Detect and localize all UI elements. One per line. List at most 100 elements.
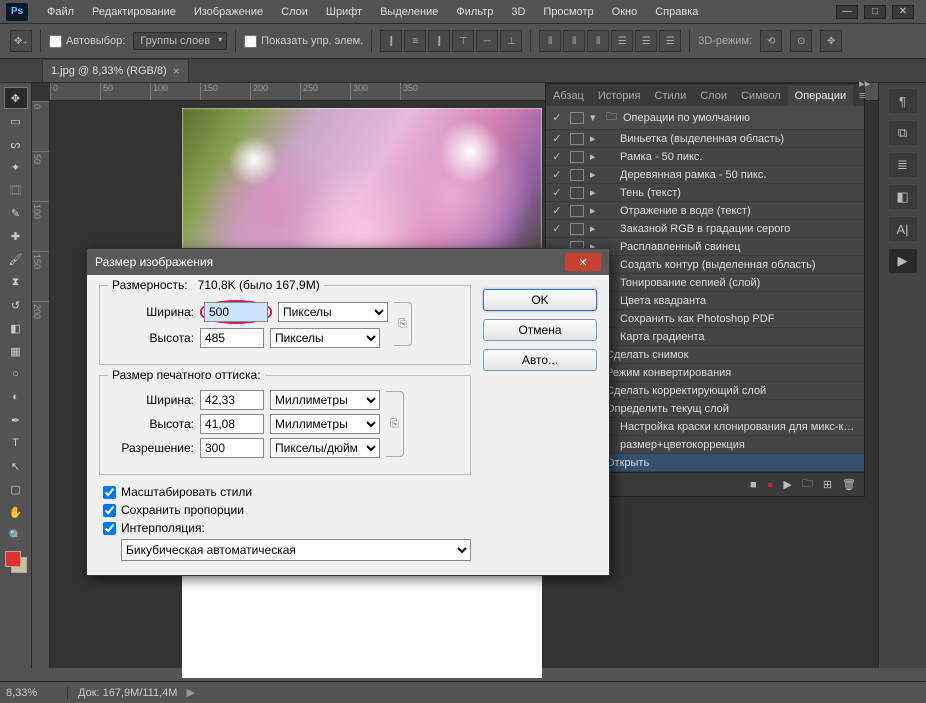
- width-input[interactable]: [204, 302, 268, 322]
- new-action-button[interactable]: ⊞: [823, 478, 832, 491]
- history-brush-tool[interactable]: ↺: [4, 294, 28, 316]
- maximize-button[interactable]: □: [864, 5, 886, 19]
- new-set-button[interactable]: 🗀: [802, 475, 813, 494]
- auto-select-dropdown[interactable]: Группы слоев: [133, 32, 227, 50]
- distribute-icon[interactable]: ⦀: [587, 30, 609, 52]
- height-input[interactable]: [200, 328, 264, 348]
- marquee-tool[interactable]: ▭: [4, 110, 28, 132]
- document-tab[interactable]: 1.jpg @ 8,33% (RGB/8) ×: [42, 59, 189, 82]
- align-icon[interactable]: ─: [476, 30, 498, 52]
- align-icon[interactable]: ⎹⎸: [380, 30, 402, 52]
- distribute-icon[interactable]: ☰: [635, 30, 657, 52]
- action-item[interactable]: ✓▸Рамка - 50 пикс.: [546, 148, 864, 166]
- shape-tool[interactable]: ▢: [4, 478, 28, 500]
- action-item[interactable]: ✓▸Заказной RGB в градации серого: [546, 220, 864, 238]
- styles-panel-icon[interactable]: ◧: [889, 185, 917, 209]
- print-width-input[interactable]: [200, 390, 264, 410]
- constrain-proportions-check[interactable]: Сохранить пропорции: [103, 503, 471, 517]
- interpolation-select[interactable]: Бикубическая автоматическая: [121, 539, 471, 561]
- delete-button[interactable]: 🗑: [842, 478, 856, 491]
- blur-tool[interactable]: ○: [4, 363, 28, 385]
- constrain-link-icon[interactable]: ⎘: [386, 391, 404, 457]
- panel-tab-Символ[interactable]: Символ: [734, 86, 788, 106]
- zoom-level[interactable]: 8,33%: [0, 687, 68, 699]
- pen-tool[interactable]: ✒: [4, 409, 28, 431]
- menu-окно[interactable]: Окно: [603, 3, 647, 21]
- auto-button[interactable]: Авто...: [483, 349, 597, 371]
- auto-select-check[interactable]: Автовыбор:: [49, 35, 125, 48]
- menu-редактирование[interactable]: Редактирование: [83, 3, 185, 21]
- height-unit-select[interactable]: Пикселы: [270, 328, 380, 348]
- heal-tool[interactable]: ✚: [4, 225, 28, 247]
- constrain-link-icon[interactable]: ⎘: [394, 302, 412, 346]
- lasso-tool[interactable]: ᔕ: [4, 133, 28, 155]
- action-item[interactable]: ✓▸Деревянная рамка - 50 пикс.: [546, 166, 864, 184]
- resolution-unit-select[interactable]: Пикселы/дюйм: [270, 438, 380, 458]
- zoom-tool[interactable]: 🔍: [4, 524, 28, 546]
- foreground-color[interactable]: [5, 551, 21, 567]
- panel-tab-Операции[interactable]: Операции: [788, 86, 853, 106]
- history-panel-icon[interactable]: ⧉: [889, 121, 917, 145]
- path-tool[interactable]: ↖: [4, 455, 28, 477]
- gradient-tool[interactable]: ▦: [4, 340, 28, 362]
- print-height-unit-select[interactable]: Миллиметры: [270, 414, 380, 434]
- menu-шрифт[interactable]: Шрифт: [317, 3, 371, 21]
- action-item[interactable]: ✓▸Тень (текст): [546, 184, 864, 202]
- doc-info[interactable]: Док: 167,9M/111,4M ▶: [68, 686, 195, 699]
- type-tool[interactable]: T: [4, 432, 28, 454]
- distribute-icon[interactable]: ☰: [611, 30, 633, 52]
- paragraph-panel-icon[interactable]: ¶: [889, 89, 917, 113]
- close-icon[interactable]: ×: [173, 64, 180, 78]
- hand-tool[interactable]: ✋: [4, 501, 28, 523]
- panel-tab-История[interactable]: История: [591, 86, 648, 106]
- character-panel-icon[interactable]: A|: [889, 217, 917, 241]
- menu-справка[interactable]: Справка: [646, 3, 707, 21]
- eraser-tool[interactable]: ◧: [4, 317, 28, 339]
- panel-menu-icon[interactable]: ▸▸ ≡: [853, 73, 876, 106]
- 3d-pan-icon[interactable]: ✥: [820, 30, 842, 52]
- record-button[interactable]: ●: [767, 479, 774, 491]
- eyedropper-tool[interactable]: ✎: [4, 202, 28, 224]
- menu-файл[interactable]: Файл: [38, 3, 83, 21]
- play-panel-icon[interactable]: ▶: [889, 249, 917, 273]
- dodge-tool[interactable]: ◐: [4, 386, 28, 408]
- menu-изображение[interactable]: Изображение: [185, 3, 272, 21]
- close-button[interactable]: ✕: [892, 5, 914, 19]
- minimize-button[interactable]: —: [836, 5, 858, 19]
- layers-panel-icon[interactable]: ≣: [889, 153, 917, 177]
- menu-просмотр[interactable]: Просмотр: [534, 3, 602, 21]
- interpolation-check[interactable]: Интерполяция:: [103, 521, 471, 535]
- action-set[interactable]: ✓▾🗀Операции по умолчанию: [546, 106, 864, 130]
- panel-tab-Слои[interactable]: Слои: [693, 86, 734, 106]
- distribute-icon[interactable]: ☰: [659, 30, 681, 52]
- stamp-tool[interactable]: ⧗: [4, 271, 28, 293]
- wand-tool[interactable]: ✦: [4, 156, 28, 178]
- stop-button[interactable]: ■: [750, 479, 757, 491]
- print-width-unit-select[interactable]: Миллиметры: [270, 390, 380, 410]
- color-swatches[interactable]: [5, 551, 27, 573]
- action-item[interactable]: ✓▸Отражение в воде (текст): [546, 202, 864, 220]
- panel-tab-Абзац[interactable]: Абзац: [546, 86, 591, 106]
- show-controls-check[interactable]: Показать упр. элем.: [244, 35, 363, 48]
- align-icon[interactable]: ≡: [404, 30, 426, 52]
- action-item[interactable]: ✓▸Виньетка (выделенная область): [546, 130, 864, 148]
- align-icon[interactable]: ⎹⎸: [428, 30, 450, 52]
- menu-выделение[interactable]: Выделение: [371, 3, 447, 21]
- menu-слои[interactable]: Слои: [272, 3, 317, 21]
- cancel-button[interactable]: Отмена: [483, 319, 597, 341]
- play-button[interactable]: ▶: [783, 478, 791, 491]
- ok-button[interactable]: OK: [483, 289, 597, 311]
- distribute-icon[interactable]: ⦀: [539, 30, 561, 52]
- width-unit-select[interactable]: Пикселы: [278, 302, 388, 322]
- print-height-input[interactable]: [200, 414, 264, 434]
- scale-styles-check[interactable]: Масштабировать стили: [103, 485, 471, 499]
- menu-3d[interactable]: 3D: [502, 3, 534, 21]
- resolution-input[interactable]: [200, 438, 264, 458]
- crop-tool[interactable]: ⿴: [4, 179, 28, 201]
- panel-tab-Стили[interactable]: Стили: [648, 86, 694, 106]
- move-tool[interactable]: ✥: [4, 87, 28, 109]
- chevron-right-icon[interactable]: ▶: [187, 687, 195, 699]
- dialog-title-bar[interactable]: Размер изображения ✕: [87, 249, 609, 275]
- dialog-close-button[interactable]: ✕: [565, 253, 601, 271]
- align-icon[interactable]: ⊥: [500, 30, 522, 52]
